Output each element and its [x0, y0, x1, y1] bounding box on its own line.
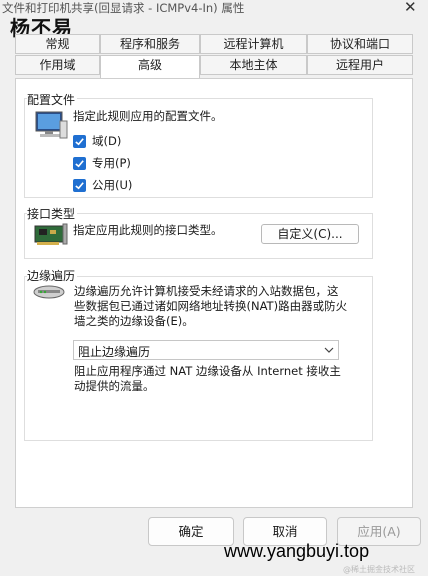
check-icon[interactable]: [73, 134, 86, 148]
check-icon[interactable]: [73, 156, 86, 170]
edge-traversal-select-value: 阻止边缘遍历: [78, 345, 151, 359]
tab-strip: 常规 程序和服务 远程计算机 协议和端口 作用域 高级 本地主体 远程用户: [15, 34, 413, 78]
profile-domain-checkbox[interactable]: 域(D): [73, 133, 121, 149]
chevron-down-icon[interactable]: [324, 344, 334, 358]
edge-traversal-title: 边缘遍历: [27, 267, 78, 284]
profile-domain-label: 域(D): [92, 134, 122, 148]
edge-traversal-description-line: 边缘遍历允许计算机接受未经请求的入站数据包，这: [74, 284, 339, 298]
edge-traversal-description: 边缘遍历允许计算机接受未经请求的入站数据包，这 些数据包已通过诸如网络地址转换(…: [74, 284, 358, 329]
profile-private-label: 专用(P): [92, 156, 131, 170]
tab-programs-services[interactable]: 程序和服务: [100, 34, 200, 54]
interface-title: 接口类型: [27, 205, 78, 222]
ok-button[interactable]: 确定: [148, 517, 234, 546]
tab-advanced[interactable]: 高级: [100, 55, 200, 78]
tab-local-principals[interactable]: 本地主体: [200, 55, 307, 75]
profile-public-checkbox[interactable]: 公用(U): [73, 177, 132, 193]
customize-button[interactable]: 自定义(C)...: [261, 224, 359, 244]
check-icon[interactable]: [73, 178, 86, 192]
profiles-title: 配置文件: [27, 91, 78, 108]
tab-protocols-ports[interactable]: 协议和端口: [307, 34, 413, 54]
blog-watermark: @稀土掘金技术社区: [343, 565, 415, 574]
site-watermark: www.yangbuyi.top: [224, 541, 370, 561]
edge-traversal-description-line: 墙之类的边缘设备(E)。: [74, 314, 194, 328]
close-icon[interactable]: ✕: [404, 0, 417, 16]
tab-scope[interactable]: 作用域: [15, 55, 100, 75]
tab-remote-users[interactable]: 远程用户: [307, 55, 413, 75]
profile-private-checkbox[interactable]: 专用(P): [73, 155, 131, 171]
edge-traversal-select[interactable]: 阻止边缘遍历: [73, 340, 339, 360]
interface-description: 指定应用此规则的接口类型。: [73, 223, 223, 237]
edge-traversal-help-line: 动提供的流量。: [74, 379, 155, 393]
profiles-description: 指定此规则应用的配置文件。: [73, 109, 223, 123]
router-icon: [32, 283, 66, 304]
tab-general[interactable]: 常规: [15, 34, 100, 54]
profile-public-label: 公用(U): [92, 178, 133, 192]
edge-traversal-description-line: 些数据包已通过诸如网络地址转换(NAT)路由器或防火: [74, 299, 348, 313]
advanced-panel: 配置文件 指定此规则应用的配置文件。 域(D) 专用(P) 公用(U) 接口类型: [15, 78, 413, 508]
network-card-icon: [33, 222, 69, 251]
edge-traversal-help-line: 阻止应用程序通过 NAT 边缘设备从 Internet 接收主: [74, 364, 341, 378]
computer-icon: [34, 111, 68, 144]
tab-remote-computers[interactable]: 远程计算机: [200, 34, 307, 54]
edge-traversal-help: 阻止应用程序通过 NAT 边缘设备从 Internet 接收主 动提供的流量。: [74, 364, 358, 394]
